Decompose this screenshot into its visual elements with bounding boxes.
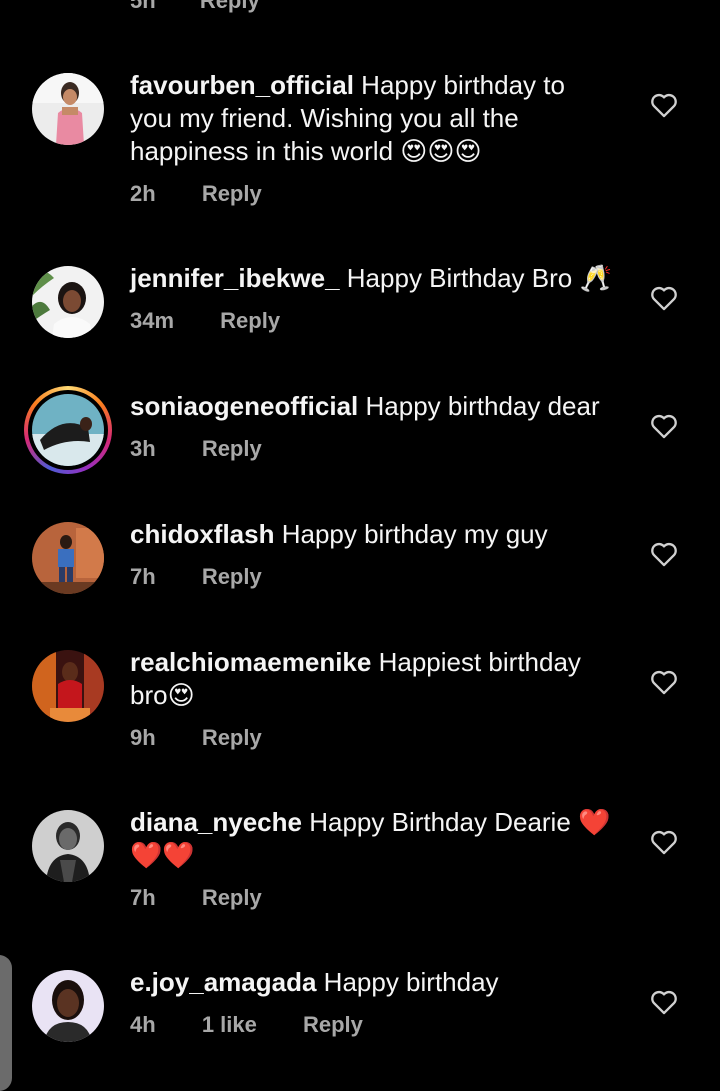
comment-body: diana_nyeche Happy Birthday Dearie ❤️❤️❤… [130,806,630,872]
comment-time: 34m [130,308,175,333]
edge-scroll-handle[interactable] [0,955,12,1091]
reply-button[interactable]: Reply [202,885,262,911]
comment-username[interactable]: favourben_official [130,70,354,100]
comment-username[interactable]: jennifer_ibekwe_ [130,263,340,293]
comment-username[interactable]: chidoxflash [130,519,274,549]
comment-meta: 3h Reply [130,436,262,462]
comment-username[interactable]: e.joy_amagada [130,967,316,997]
comment-text: Happy birthday my guy [281,519,548,549]
comment-time: 9h [130,725,156,750]
comment-text: Happy Birthday Dearie [309,807,571,837]
heart-outline-icon[interactable] [650,989,678,1015]
avatar[interactable] [32,810,104,882]
comment-username[interactable]: realchiomaemenike [130,647,371,677]
avatar[interactable] [32,522,104,594]
avatar[interactable] [32,73,104,145]
comment-text: Happy birthday dear [365,391,600,421]
comment-body: favourben_official Happy birthday to you… [130,69,600,168]
like-count[interactable]: 1 like [202,1012,257,1038]
comment-username[interactable]: diana_nyeche [130,807,302,837]
reply-button[interactable]: Reply [202,181,262,207]
heart-outline-icon[interactable] [650,285,678,311]
avatar[interactable] [32,266,104,338]
comment-body: chidoxflash Happy birthday my guy [130,518,630,551]
comment-body: soniaogeneofficial Happy birthday dear [130,390,630,423]
heart-outline-icon[interactable] [650,541,678,567]
emoji-clinking-glasses: 🥂 [579,263,612,293]
comment-time: 7h [130,564,156,589]
heart-outline-icon[interactable] [650,669,678,695]
previous-comment-meta: 5h Reply [130,0,260,14]
comment-username[interactable]: soniaogeneofficial [130,391,358,421]
comment-time: 3h [130,436,156,461]
comment-time: 4h [130,1012,156,1037]
comment-meta: 7h Reply [130,885,262,911]
comment-meta: 34m Reply [130,308,280,334]
comment-body: realchiomaemenike Happiest birthday bro😍 [130,646,620,712]
comment-body: jennifer_ibekwe_ Happy Birthday Bro 🥂 [130,262,640,295]
avatar[interactable] [32,650,104,722]
comment-meta: 7h Reply [130,564,262,590]
comment-text: Happy birthday [323,967,499,997]
reply-button[interactable]: Reply [220,308,280,334]
heart-outline-icon[interactable] [650,829,678,855]
comment-body: e.joy_amagada Happy birthday [130,966,630,999]
heart-outline-icon[interactable] [650,413,678,439]
reply-button[interactable]: Reply [202,436,262,462]
reply-button[interactable]: Reply [202,725,262,751]
comment-meta: 9h Reply [130,725,262,751]
comment-text: Happy Birthday Bro [346,263,573,293]
emoji-heart-eyes: 😍 [167,680,195,710]
emoji-heart-eyes: 😍😍😍 [400,136,482,166]
comment-meta: 4h 1 like Reply [130,1012,363,1038]
heart-outline-icon[interactable] [650,92,678,118]
comment-meta: 2h Reply [130,181,262,207]
avatar-story-ring[interactable] [24,386,112,474]
comment-time: 7h [130,885,156,910]
reply-button[interactable]: Reply [202,564,262,590]
reply-button[interactable]: Reply [200,0,260,13]
comment-time: 2h [130,181,156,206]
comment-time: 5h [130,0,156,13]
avatar[interactable] [32,970,104,1042]
reply-button[interactable]: Reply [303,1012,363,1038]
